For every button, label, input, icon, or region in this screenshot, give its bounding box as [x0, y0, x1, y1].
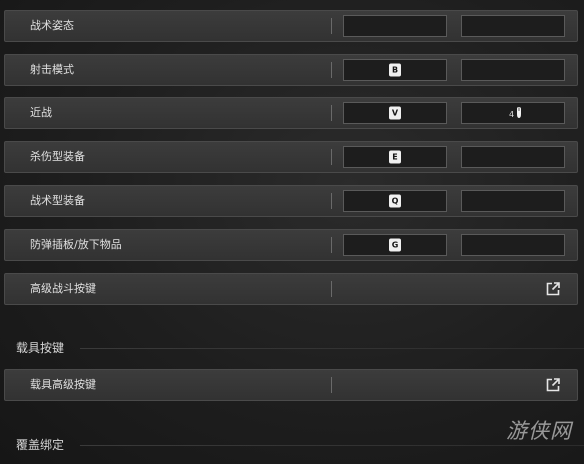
svg-text:4: 4: [509, 110, 514, 119]
binding-label: 战术姿态: [30, 19, 74, 32]
binding-row-lethal-equipment[interactable]: 杀伤型装备 E: [4, 141, 578, 173]
row-divider: [331, 377, 332, 393]
row-divider: [331, 62, 332, 78]
binding-row-fire-mode[interactable]: 射击模式 B: [4, 54, 578, 86]
secondary-key-slot[interactable]: [461, 190, 565, 212]
section-title: 覆盖绑定: [16, 438, 65, 452]
external-link-icon: [546, 282, 560, 296]
site-watermark: 游侠网: [506, 419, 572, 443]
key-e: E: [389, 150, 401, 164]
key-b: B: [389, 63, 401, 77]
external-link-icon: [546, 378, 560, 392]
primary-key-slot[interactable]: [343, 15, 447, 37]
secondary-key-slot[interactable]: 4: [461, 102, 565, 124]
row-divider: [331, 149, 332, 165]
key-v: V: [389, 106, 401, 120]
vehicle-keys-section-header: 载具按键: [0, 338, 584, 358]
section-title: 载具按键: [16, 341, 65, 355]
primary-key-slot[interactable]: E: [343, 146, 447, 168]
key-q: Q: [389, 194, 401, 208]
binding-label: 射击模式: [30, 63, 74, 76]
secondary-key-slot[interactable]: [461, 234, 565, 256]
key-g: G: [389, 238, 401, 252]
binding-row-melee[interactable]: 近战 V 4: [4, 97, 578, 129]
secondary-key-slot[interactable]: [461, 146, 565, 168]
binding-row-tactical-stance[interactable]: 战术姿态: [4, 10, 578, 42]
binding-label: 防弹插板/放下物品: [30, 238, 122, 251]
primary-key-slot[interactable]: G: [343, 234, 447, 256]
binding-label: 战术型装备: [30, 194, 85, 207]
row-divider: [331, 18, 332, 34]
primary-key-slot[interactable]: V: [343, 102, 447, 124]
binding-label: 杀伤型装备: [30, 150, 85, 163]
advanced-combat-label: 高级战斗按键: [30, 282, 96, 295]
row-divider: [331, 105, 332, 121]
primary-key-slot[interactable]: B: [343, 59, 447, 81]
section-divider: [80, 445, 584, 446]
section-divider: [80, 348, 584, 349]
row-divider: [331, 281, 332, 297]
override-bindings-section-header: 覆盖绑定: [0, 435, 584, 455]
secondary-key-slot[interactable]: [461, 15, 565, 37]
secondary-key-slot[interactable]: [461, 59, 565, 81]
binding-row-armor-plate[interactable]: 防弹插板/放下物品 G: [4, 229, 578, 261]
binding-label: 近战: [30, 106, 52, 119]
row-divider: [331, 193, 332, 209]
advanced-combat-keys-button[interactable]: 高级战斗按键: [4, 273, 578, 305]
vehicle-advanced-label: 载具高级按键: [30, 378, 96, 391]
row-divider: [331, 237, 332, 253]
vehicle-advanced-keys-button[interactable]: 载具高级按键: [4, 369, 578, 401]
binding-row-tactical-equipment[interactable]: 战术型装备 Q: [4, 185, 578, 217]
primary-key-slot[interactable]: Q: [343, 190, 447, 212]
mouse-button-4-icon: 4: [509, 107, 521, 119]
